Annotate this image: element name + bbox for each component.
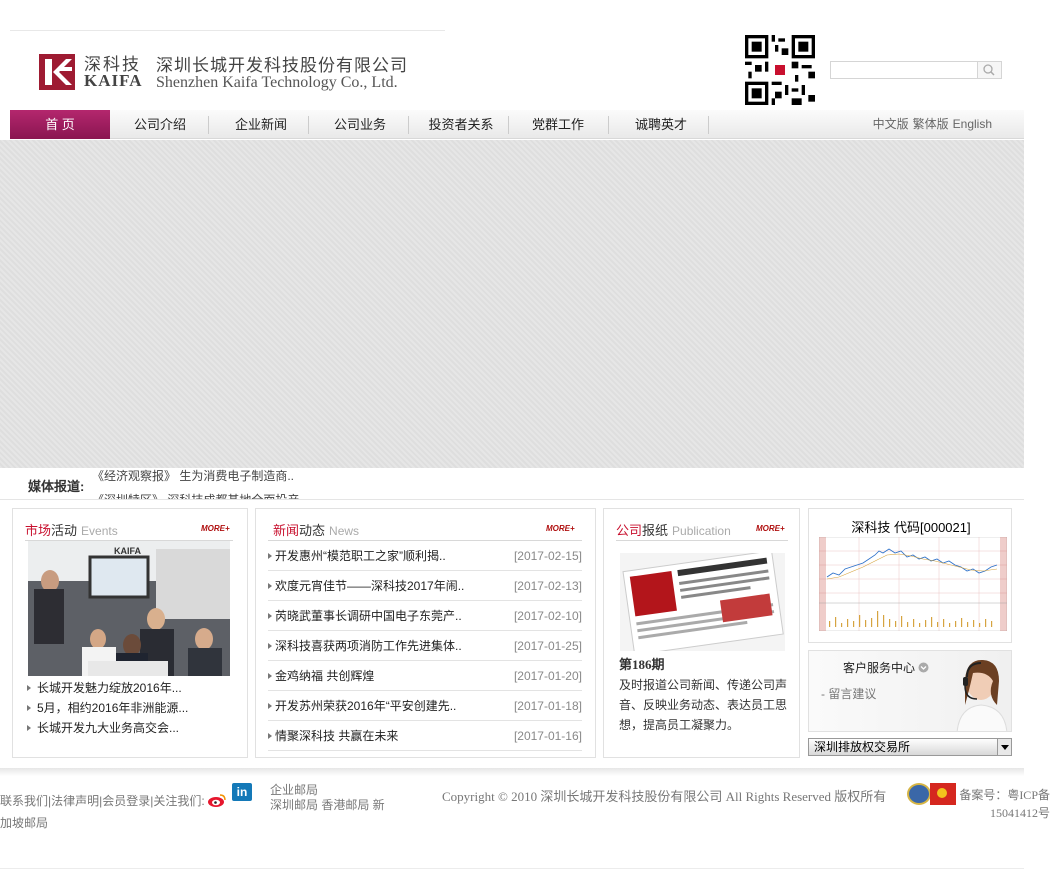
bullet-arrow-icon — [268, 673, 272, 679]
stock-panel: 深科技 代码[000021] — [808, 508, 1012, 643]
search-input[interactable] — [830, 61, 978, 79]
news-row[interactable]: 欢度元宵佳节——深科技2017年闹.. [2017-02-13] — [268, 571, 582, 601]
nav-item-careers[interactable]: 诚聘英才 — [611, 110, 711, 139]
news-row[interactable]: 开发惠州“模范职工之家”顺利揭.. [2017-02-15] — [268, 541, 582, 571]
linkedin-icon[interactable]: in — [232, 783, 252, 801]
divider — [616, 540, 788, 541]
bullet-arrow-icon — [268, 643, 272, 649]
bottom-divider — [0, 868, 1024, 869]
footer-links: 联系我们|法律声明|会员登录|关注我们: 加坡邮局 — [0, 790, 270, 834]
nav-item-investor[interactable]: 投资者关系 — [411, 110, 511, 139]
events-title: 市场活动 Events — [25, 523, 118, 538]
company-logo[interactable]: 深科技 KAIFA 深圳长城开发科技股份有限公司 Shenzhen Kaifa … — [38, 50, 418, 96]
feedback-link[interactable]: - 留言建议 — [821, 685, 876, 702]
news-more-link[interactable]: MORE+ — [546, 524, 575, 533]
media-item[interactable]: 《深圳特区》 深科技成都基地全面投产.. — [92, 488, 412, 499]
nav-item-party[interactable]: 党群工作 — [508, 110, 608, 139]
events-list-item[interactable]: 长城开发九大业务高交会... — [27, 719, 179, 736]
header-divider — [10, 30, 445, 31]
mail-block: 企业邮局 深圳邮局 香港邮局 新 — [270, 783, 400, 813]
bullet-arrow-icon — [27, 705, 31, 711]
bullet-arrow-icon — [27, 685, 31, 691]
news-row[interactable]: 芮晓武董事长调研中国电子东莞产.. [2017-02-10] — [268, 601, 582, 631]
mail-title: 企业邮局 — [270, 783, 319, 797]
company-name-en: Shenzhen Kaifa Technology Co., Ltd. — [156, 74, 398, 91]
bullet-arrow-icon — [27, 725, 31, 731]
bullet-arrow-icon — [268, 733, 272, 739]
weibo-icon[interactable] — [207, 792, 227, 808]
nav-item-news[interactable]: 企业新闻 — [211, 110, 311, 139]
news-row[interactable]: 深科技喜获两项消防工作先进集体.. [2017-01-25] — [268, 631, 582, 661]
nav-separator — [608, 116, 609, 134]
events-panel: 市场活动 Events MORE+ KAIFA 长城开发魅力绽放2016年... … — [12, 508, 248, 758]
news-row[interactable]: 开发苏州荣获2016年“平安创建先.. [2017-01-18] — [268, 691, 582, 721]
exchange-select[interactable]: 深圳排放权交易所 — [808, 738, 1012, 756]
svg-text:KAIFA: KAIFA — [114, 546, 142, 556]
footer-link-tail[interactable]: 加坡邮局 — [0, 816, 48, 830]
bullet-arrow-icon — [268, 613, 272, 619]
icp-record[interactable]: 备案号：粤ICP备15041412号 — [956, 786, 1050, 822]
qr-code-icon — [745, 35, 815, 105]
newspaper-image[interactable] — [620, 553, 785, 651]
emblem-badge-icon[interactable] — [930, 783, 956, 805]
lang-english[interactable]: English — [953, 117, 992, 131]
service-title: 客户服务中心 — [843, 659, 929, 676]
bullet-arrow-icon — [268, 703, 272, 709]
nav-separator — [308, 116, 309, 134]
footer-band — [0, 768, 1024, 776]
nav-separator — [208, 116, 209, 134]
lang-simplified[interactable]: 中文版 — [873, 117, 909, 131]
dropdown-arrow-icon[interactable] — [997, 739, 1011, 755]
nav-item-about[interactable]: 公司介绍 — [110, 110, 210, 139]
events-list-item[interactable]: 5月，相约2016年非洲能源... — [27, 699, 188, 716]
stock-title: 深科技 代码[000021] — [851, 520, 971, 535]
events-photo[interactable]: KAIFA — [28, 541, 230, 676]
search-icon — [983, 64, 995, 76]
publication-panel: 公司报纸 Publication MORE+ 第186期 及时报道公司新闻、传递公… — [603, 508, 800, 758]
hero-banner[interactable] — [0, 140, 1024, 468]
chevron-circle-icon — [918, 662, 929, 673]
media-ticker: 《经济观察报》 生为消费电子制造商.. 《深圳特区》 深科技成都基地全面投产.. — [92, 468, 412, 499]
main-nav: 首 页 公司介绍 企业新闻 公司业务 投资者关系 党群工作 诚聘英才 中文版 繁体… — [10, 110, 1024, 139]
logo-en-short: KAIFA — [84, 71, 143, 90]
publication-more-link[interactable]: MORE+ — [756, 524, 785, 533]
publication-title: 公司报纸 Publication — [616, 523, 731, 538]
media-item[interactable]: 《经济观察报》 生为消费电子制造商.. — [92, 468, 412, 488]
company-name-cn: 深圳长城开发科技股份有限公司 — [156, 56, 408, 75]
footer-link-list[interactable]: 联系我们|法律声明|会员登录|关注我们: — [0, 794, 205, 808]
support-agent-image — [956, 659, 1008, 731]
mail-list[interactable]: 深圳邮局 香港邮局 新 — [270, 798, 400, 813]
bullet-arrow-icon — [268, 553, 272, 559]
lang-traditional[interactable]: 繁体版 — [913, 117, 949, 131]
nav-separator — [408, 116, 409, 134]
police-badge-icon[interactable] — [907, 783, 931, 805]
language-switcher: 中文版 繁体版 English — [869, 110, 992, 139]
news-panel: 新闻动态 News MORE+ 开发惠州“模范职工之家”顺利揭.. [2017-02… — [255, 508, 596, 758]
nav-item-home[interactable]: 首 页 — [10, 110, 110, 139]
media-label: 媒体报道: — [28, 479, 85, 494]
news-row[interactable]: 金鸡纳福 共创辉煌 [2017-01-20] — [268, 661, 582, 691]
nav-item-business[interactable]: 公司业务 — [310, 110, 410, 139]
media-reports: 媒体报道: 《经济观察报》 生为消费电子制造商.. 《深圳特区》 深科技成都基地… — [0, 468, 1024, 500]
news-title: 新闻动态 News — [273, 523, 360, 538]
nav-separator — [708, 116, 709, 134]
events-list-item[interactable]: 长城开发魅力绽放2016年... — [27, 679, 182, 696]
exchange-selected: 深圳排放权交易所 — [814, 740, 911, 754]
search-button[interactable] — [977, 61, 1002, 79]
kaifa-logo-icon — [39, 54, 75, 90]
news-row[interactable]: 情聚深科技 共赢在未来 [2017-01-16] — [268, 721, 582, 751]
publication-description: 及时报道公司新闻、传递公司声音、反映业务动态、表达员工思想，提高员工凝聚力。 — [619, 678, 788, 732]
events-more-link[interactable]: MORE+ — [201, 524, 230, 533]
copyright-text: Copyright © 2010 深圳长城开发科技股份有限公司 All Righ… — [442, 789, 887, 804]
bullet-arrow-icon — [268, 583, 272, 589]
customer-service-panel: 客户服务中心 - 留言建议 — [808, 650, 1012, 732]
publication-issue[interactable]: 第186期 — [619, 654, 665, 673]
stock-chart[interactable] — [819, 537, 1007, 631]
